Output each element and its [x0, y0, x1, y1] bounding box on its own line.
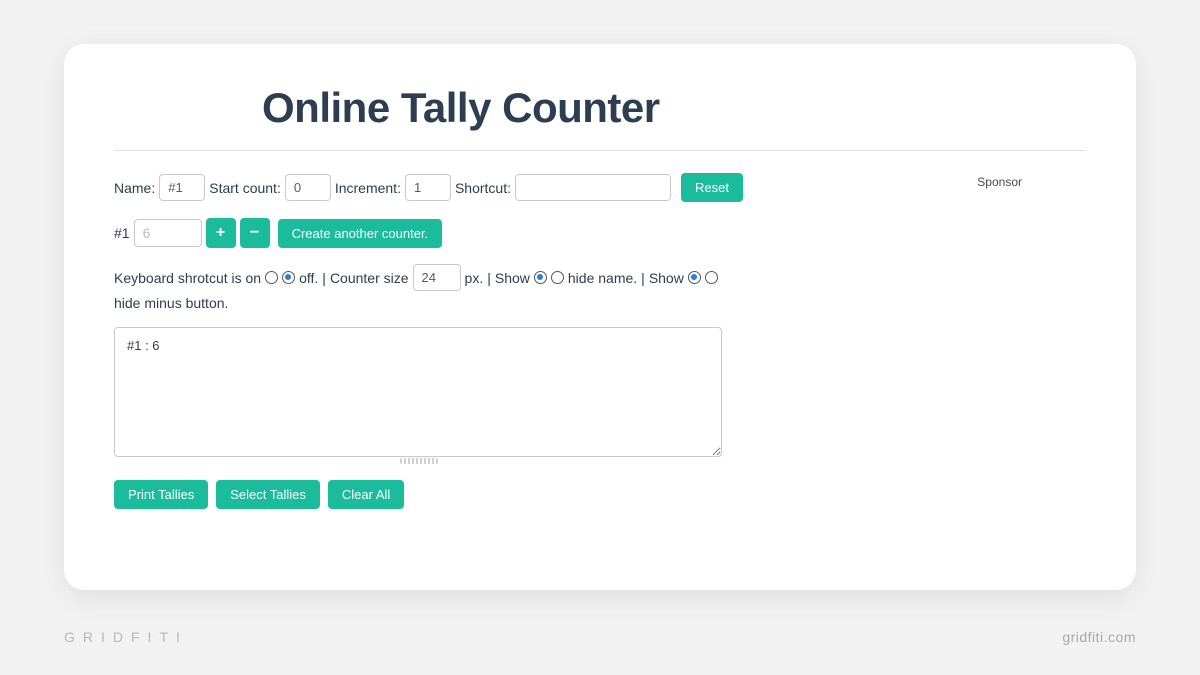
page-title: Online Tally Counter	[262, 84, 1086, 132]
config-row: Name: Start count: Increment: Shortcut: …	[114, 173, 830, 202]
separator-3: |	[641, 270, 645, 286]
ks-on-radio[interactable]	[265, 271, 278, 284]
increment-input[interactable]	[405, 174, 451, 201]
reset-button[interactable]: Reset	[681, 173, 743, 202]
start-count-label: Start count:	[209, 180, 281, 196]
showminus-prefix: Show	[649, 270, 684, 286]
ks-off-radio[interactable]	[282, 271, 295, 284]
counter-value-input[interactable]	[134, 219, 202, 247]
decrement-button[interactable]: −	[240, 218, 270, 248]
showname-prefix: Show	[495, 270, 530, 286]
print-tallies-button[interactable]: Print Tallies	[114, 480, 208, 509]
content-area: Name: Start count: Increment: Shortcut: …	[114, 173, 1086, 509]
size-label-prefix: Counter size	[330, 270, 409, 286]
footer-brand: GRIDFITI	[64, 629, 188, 645]
shortcut-input[interactable]	[515, 174, 671, 201]
separator-1: |	[322, 270, 326, 286]
ks-label-prefix: Keyboard shrotcut is on	[114, 270, 261, 286]
divider	[114, 150, 1086, 151]
resize-grip-icon[interactable]	[400, 458, 438, 464]
actions-row: Print Tallies Select Tallies Clear All	[114, 480, 830, 509]
name-input[interactable]	[159, 174, 205, 201]
show-minus-radio[interactable]	[688, 271, 701, 284]
results-textarea[interactable]	[114, 327, 722, 457]
counter-name: #1	[114, 225, 130, 241]
counter-size-input[interactable]	[413, 264, 461, 291]
increment-button[interactable]: +	[206, 218, 236, 248]
hide-name-radio[interactable]	[551, 271, 564, 284]
separator-2: |	[487, 270, 491, 286]
app-card: Online Tally Counter Name: Start count: …	[64, 44, 1136, 590]
size-label-suffix: px.	[465, 270, 484, 286]
footer-url: gridfiti.com	[1062, 629, 1136, 645]
results-wrapper	[114, 327, 724, 462]
clear-all-button[interactable]: Clear All	[328, 480, 404, 509]
show-name-radio[interactable]	[534, 271, 547, 284]
options-row: Keyboard shrotcut is on off. | Counter s…	[114, 264, 830, 311]
sponsor-label: Sponsor	[977, 175, 1022, 189]
create-counter-button[interactable]: Create another counter.	[278, 219, 443, 248]
select-tallies-button[interactable]: Select Tallies	[216, 480, 320, 509]
ks-label-suffix: off.	[299, 270, 318, 286]
showname-suffix: hide name.	[568, 270, 637, 286]
showminus-suffix: hide minus button.	[114, 295, 228, 311]
shortcut-label: Shortcut:	[455, 180, 511, 196]
main-column: Name: Start count: Increment: Shortcut: …	[114, 173, 830, 509]
name-label: Name:	[114, 180, 155, 196]
hide-minus-radio[interactable]	[705, 271, 718, 284]
counter-row: #1 + − Create another counter.	[114, 218, 830, 248]
start-count-input[interactable]	[285, 174, 331, 201]
increment-label: Increment:	[335, 180, 401, 196]
